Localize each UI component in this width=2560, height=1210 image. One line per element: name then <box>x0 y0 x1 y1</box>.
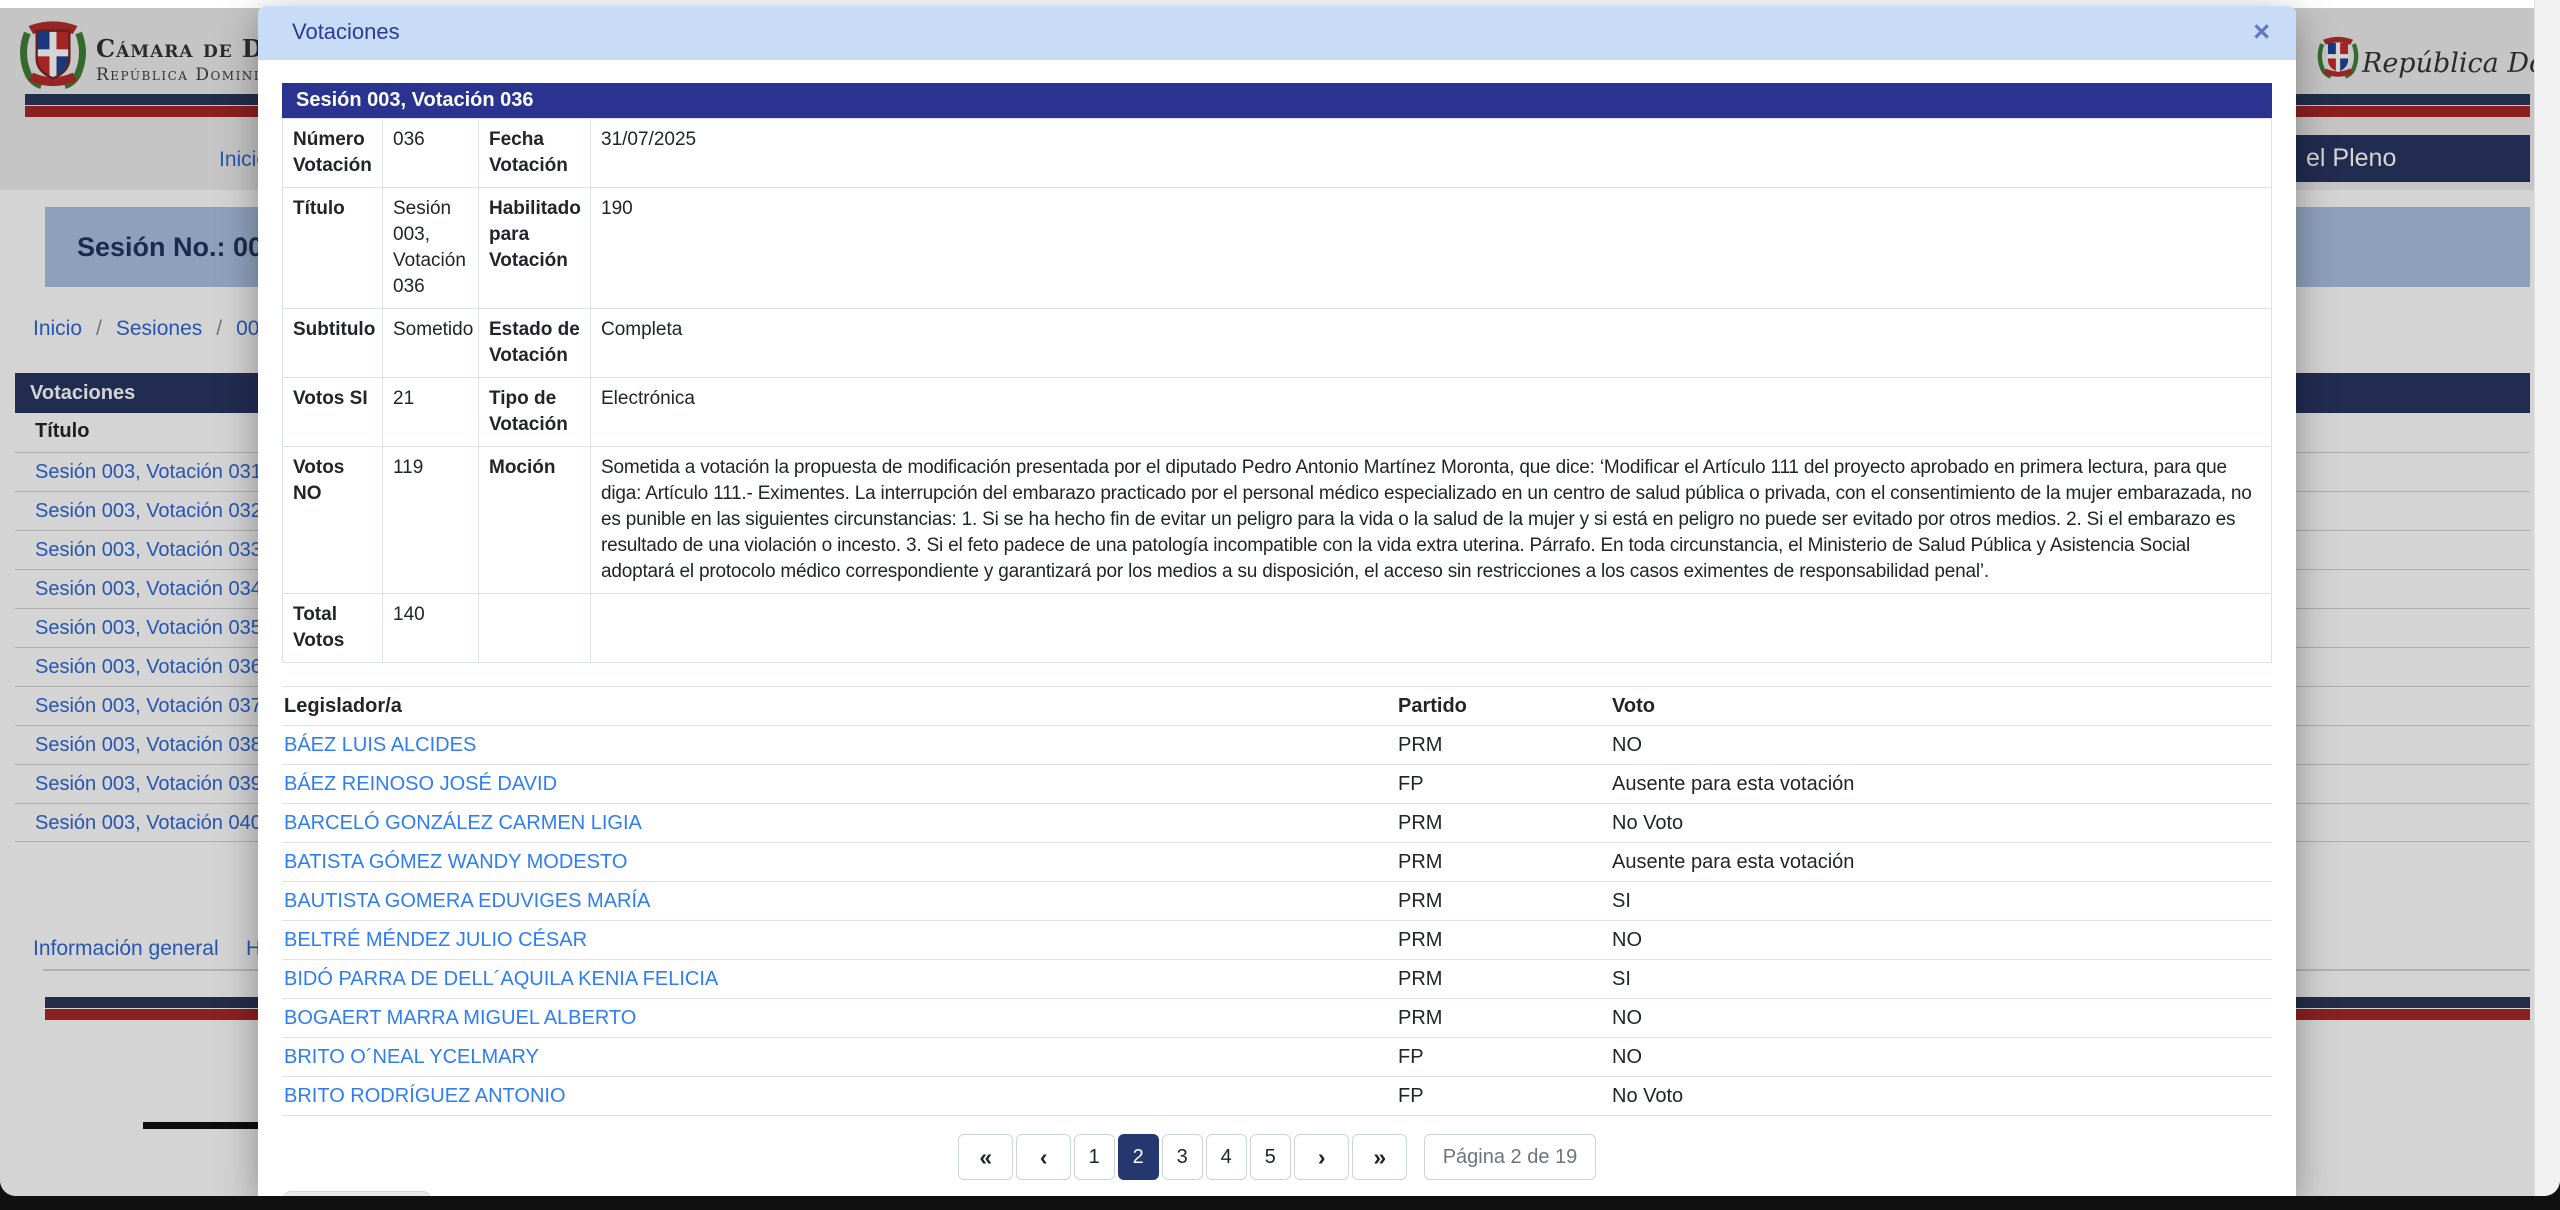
vote-cell: NO <box>1610 1038 2272 1077</box>
legislator-link[interactable]: BÁEZ REINOSO JOSÉ DAVID <box>282 765 1396 804</box>
table-row: Votos NO 119 Moción Sometida a votación … <box>283 447 2272 594</box>
detail-label: Fecha Votación <box>479 119 591 188</box>
legislators-table: Legislador/a Partido Voto BÁEZ LUIS ALCI… <box>282 686 2272 1116</box>
vote-cell: SI <box>1610 882 2272 921</box>
legislator-link[interactable]: BOGAERT MARRA MIGUEL ALBERTO <box>282 999 1396 1038</box>
detail-label <box>479 594 591 663</box>
first-page-button[interactable]: « <box>958 1134 1013 1180</box>
table-row: Subtitulo Sometido Estado de Votación Co… <box>283 309 2272 378</box>
detail-value: Completa <box>591 309 2272 378</box>
legislator-link[interactable]: BRITO RODRÍGUEZ ANTONIO <box>282 1077 1396 1116</box>
party-cell: PRM <box>1396 921 1610 960</box>
detail-value: 31/07/2025 <box>591 119 2272 188</box>
detail-value: Sometido <box>383 309 479 378</box>
party-cell: PRM <box>1396 960 1610 999</box>
detail-value: Sesión 003, Votación 036 <box>383 188 479 309</box>
table-header-row: Legislador/a Partido Voto <box>282 687 2272 726</box>
detail-label: Votos NO <box>283 447 383 594</box>
vote-cell: NO <box>1610 999 2272 1038</box>
detail-label: Habilitado para Votación <box>479 188 591 309</box>
table-row: BRITO RODRÍGUEZ ANTONIO FP No Voto <box>282 1077 2272 1116</box>
page-button-5[interactable]: 5 <box>1250 1134 1291 1180</box>
detail-value: 190 <box>591 188 2272 309</box>
table-row: BÁEZ REINOSO JOSÉ DAVID FP Ausente para … <box>282 765 2272 804</box>
vote-section-header: Sesión 003, Votación 036 <box>282 83 2272 118</box>
modal-body: Sesión 003, Votación 036 Número Votación… <box>258 83 2296 1196</box>
col-header-voto: Voto <box>1610 687 2272 726</box>
table-row: BOGAERT MARRA MIGUEL ALBERTO PRM NO <box>282 999 2272 1038</box>
legislator-link[interactable]: BAUTISTA GOMERA EDUVIGES MARÍA <box>282 882 1396 921</box>
page-button-3[interactable]: 3 <box>1162 1134 1203 1180</box>
vote-cell: Ausente para esta votación <box>1610 843 2272 882</box>
legislator-link[interactable]: BELTRÉ MÉNDEZ JULIO CÉSAR <box>282 921 1396 960</box>
detail-label: Título <box>283 188 383 309</box>
vote-cell: No Voto <box>1610 1077 2272 1116</box>
last-page-button[interactable]: » <box>1352 1134 1407 1180</box>
detail-label: Tipo de Votación <box>479 378 591 447</box>
detail-value: 140 <box>383 594 479 663</box>
vote-cell: Ausente para esta votación <box>1610 765 2272 804</box>
vote-cell: No Voto <box>1610 804 2272 843</box>
page-button-1[interactable]: 1 <box>1074 1134 1115 1180</box>
detail-value: 21 <box>383 378 479 447</box>
table-row: BÁEZ LUIS ALCIDES PRM NO <box>282 726 2272 765</box>
modal-header: Votaciones × <box>258 6 2296 60</box>
legislator-link[interactable]: BIDÓ PARRA DE DELL´AQUILA KENIA FELICIA <box>282 960 1396 999</box>
legislator-link[interactable]: BÁEZ LUIS ALCIDES <box>282 726 1396 765</box>
col-header-legislador: Legislador/a <box>282 687 1396 726</box>
page-button-2-active[interactable]: 2 <box>1118 1134 1159 1180</box>
scrollbar-track[interactable] <box>2534 0 2560 1196</box>
vote-cell: NO <box>1610 921 2272 960</box>
detail-label: Subtitulo <box>283 309 383 378</box>
detail-value <box>591 594 2272 663</box>
legislator-link[interactable]: BRITO O´NEAL YCELMARY <box>282 1038 1396 1077</box>
detail-label: Total Votos <box>283 594 383 663</box>
party-cell: PRM <box>1396 804 1610 843</box>
table-row: Número Votación 036 Fecha Votación 31/07… <box>283 119 2272 188</box>
vote-cell: NO <box>1610 726 2272 765</box>
table-row: BRITO O´NEAL YCELMARY FP NO <box>282 1038 2272 1077</box>
table-row: BARCELÓ GONZÁLEZ CARMEN LIGIA PRM No Vot… <box>282 804 2272 843</box>
detail-value: Electrónica <box>591 378 2272 447</box>
detail-label: Número Votación <box>283 119 383 188</box>
cropped-bottom-button[interactable] <box>283 1191 431 1196</box>
pagination: « ‹ 1 2 3 4 5 › » Página 2 de 19 <box>282 1134 2272 1180</box>
table-row: BAUTISTA GOMERA EDUVIGES MARÍA PRM SI <box>282 882 2272 921</box>
col-header-partido: Partido <box>1396 687 1610 726</box>
party-cell: FP <box>1396 765 1610 804</box>
mocion-text: Sometida a votación la propuesta de modi… <box>591 447 2272 594</box>
legislator-link[interactable]: BARCELÓ GONZÁLEZ CARMEN LIGIA <box>282 804 1396 843</box>
browser-window: Cámara de Diputados República Dominicana <box>0 0 2560 1196</box>
table-row: BIDÓ PARRA DE DELL´AQUILA KENIA FELICIA … <box>282 960 2272 999</box>
party-cell: PRM <box>1396 843 1610 882</box>
detail-value: 036 <box>383 119 479 188</box>
table-row: Votos SI 21 Tipo de Votación Electrónica <box>283 378 2272 447</box>
detail-label: Estado de Votación <box>479 309 591 378</box>
detail-label: Votos SI <box>283 378 383 447</box>
table-row: Título Sesión 003, Votación 036 Habilita… <box>283 188 2272 309</box>
table-row: BATISTA GÓMEZ WANDY MODESTO PRM Ausente … <box>282 843 2272 882</box>
table-row: Total Votos 140 <box>283 594 2272 663</box>
page-button-4[interactable]: 4 <box>1206 1134 1247 1180</box>
prev-page-button[interactable]: ‹ <box>1016 1134 1071 1180</box>
vote-details-table: Número Votación 036 Fecha Votación 31/07… <box>282 118 2272 663</box>
party-cell: FP <box>1396 1077 1610 1116</box>
detail-value: 119 <box>383 447 479 594</box>
party-cell: PRM <box>1396 999 1610 1038</box>
modal-title: Votaciones <box>292 19 400 45</box>
table-row: BELTRÉ MÉNDEZ JULIO CÉSAR PRM NO <box>282 921 2272 960</box>
party-cell: PRM <box>1396 726 1610 765</box>
legislator-link[interactable]: BATISTA GÓMEZ WANDY MODESTO <box>282 843 1396 882</box>
page-status: Página 2 de 19 <box>1424 1134 1597 1180</box>
votaciones-modal: Votaciones × Sesión 003, Votación 036 Nú… <box>258 6 2296 1196</box>
party-cell: FP <box>1396 1038 1610 1077</box>
next-page-button[interactable]: › <box>1294 1134 1349 1180</box>
close-icon[interactable]: × <box>2253 15 2270 49</box>
detail-label: Moción <box>479 447 591 594</box>
vote-cell: SI <box>1610 960 2272 999</box>
party-cell: PRM <box>1396 882 1610 921</box>
